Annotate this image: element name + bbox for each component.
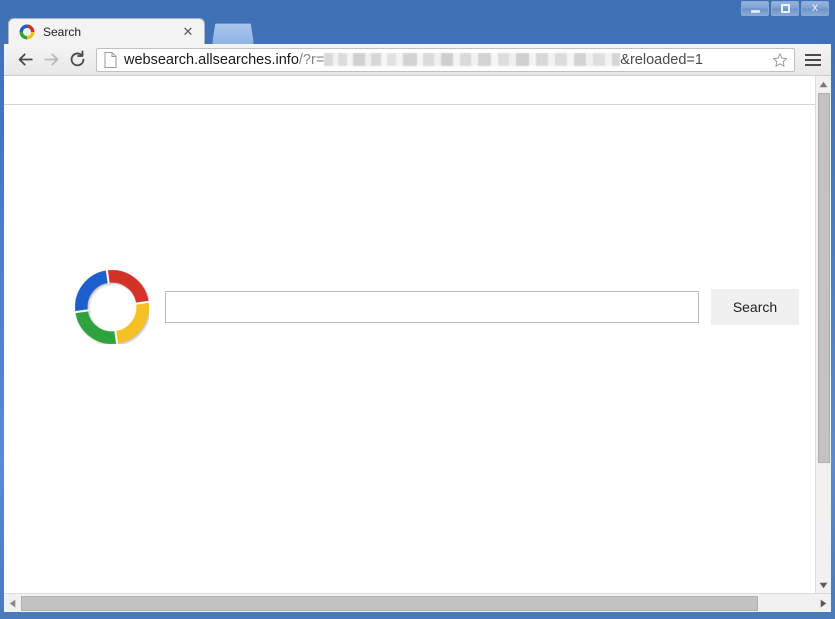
- search-row: Search: [75, 270, 799, 344]
- star-icon: [772, 52, 788, 67]
- search-input[interactable]: [165, 291, 699, 323]
- bookmark-bar: [4, 76, 831, 105]
- maximize-button[interactable]: [771, 1, 799, 16]
- browser-window: X Search ✕ websearch.allsearches.info /?…: [0, 0, 835, 619]
- minimize-icon: [750, 9, 760, 13]
- minimize-button[interactable]: [741, 1, 769, 16]
- triangle-up-icon: [819, 81, 828, 87]
- scroll-left-button[interactable]: [4, 595, 20, 612]
- scroll-up-button[interactable]: [816, 76, 831, 92]
- tab-strip: Search ✕: [0, 16, 835, 44]
- back-arrow-icon: [18, 53, 33, 66]
- vertical-scrollbar[interactable]: [815, 76, 831, 593]
- bookmark-button[interactable]: [769, 49, 791, 71]
- address-bar[interactable]: websearch.allsearches.info/?r= &reloaded=…: [96, 47, 795, 72]
- hamburger-menu-icon: [805, 63, 821, 66]
- vertical-scrollbar-thumb[interactable]: [818, 93, 830, 463]
- colored-ring-icon: [19, 24, 35, 39]
- hamburger-menu-icon: [805, 53, 821, 56]
- close-icon: X: [811, 3, 818, 13]
- url-path: /?r=: [298, 52, 325, 68]
- triangle-left-icon: [9, 599, 15, 608]
- scroll-right-button[interactable]: [815, 595, 831, 612]
- reload-button[interactable]: [64, 47, 90, 73]
- triangle-right-icon: [820, 599, 826, 608]
- browser-toolbar: websearch.allsearches.info/?r= &reloaded=…: [4, 44, 831, 76]
- hamburger-menu-icon: [805, 58, 821, 61]
- back-button[interactable]: [12, 47, 38, 73]
- close-button[interactable]: X: [801, 1, 829, 16]
- colored-ring-logo: [75, 270, 149, 344]
- new-tab-button[interactable]: [212, 23, 254, 44]
- tab-close-icon[interactable]: ✕: [180, 24, 196, 40]
- window-controls: X: [741, 1, 829, 16]
- forward-arrow-icon: [43, 53, 58, 66]
- url-text: websearch.allsearches.info/?r= &reloaded=…: [124, 51, 769, 68]
- triangle-down-icon: [819, 582, 828, 588]
- url-host: websearch.allsearches.info: [124, 52, 299, 68]
- document-icon: [104, 51, 117, 68]
- scroll-down-button[interactable]: [816, 577, 831, 593]
- tab-title: Search: [43, 24, 82, 39]
- search-button[interactable]: Search: [711, 289, 799, 325]
- horizontal-scrollbar-thumb[interactable]: [21, 596, 758, 611]
- page-viewport: Search: [4, 105, 815, 593]
- reload-icon: [70, 50, 84, 67]
- url-redacted-segment: [324, 53, 621, 66]
- chrome-menu-button[interactable]: [801, 47, 825, 73]
- horizontal-scrollbar[interactable]: [4, 593, 831, 612]
- forward-button[interactable]: [38, 47, 64, 73]
- tab-search[interactable]: Search ✕: [8, 18, 205, 44]
- maximize-icon: [780, 4, 790, 13]
- url-tail: &reloaded=1: [620, 52, 703, 68]
- title-bar: X: [0, 0, 835, 16]
